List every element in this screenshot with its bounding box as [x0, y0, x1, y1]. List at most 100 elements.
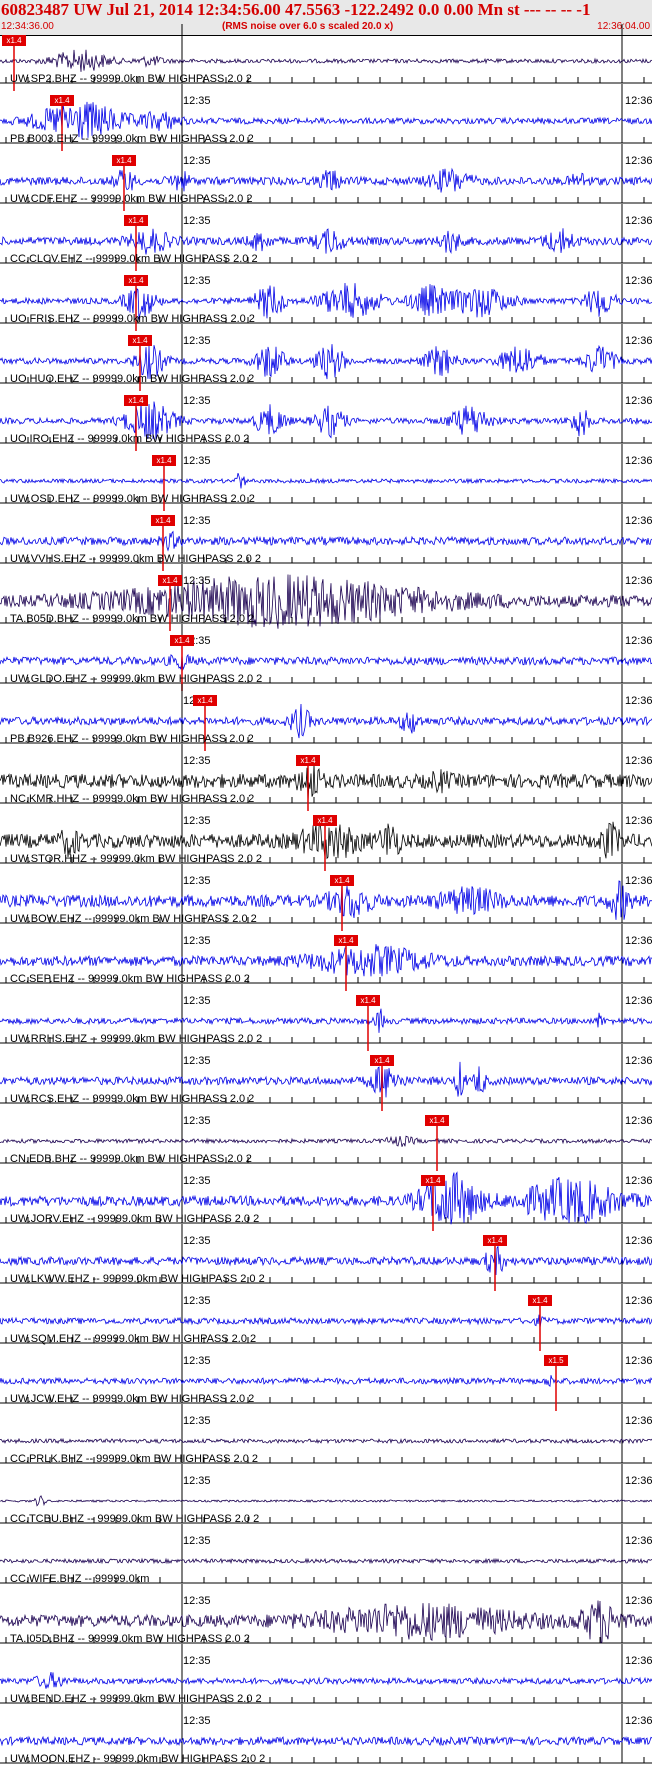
trace-row: 12:35 12:36 x1.4 UO.IRO.EHZ -- 99999.0km BW…: [0, 384, 652, 456]
trace-row: 12:35 12:36 x1.4 CN.EDB.BHZ -- 99999.0km BW…: [0, 1104, 652, 1176]
waveform: [0, 944, 652, 977]
tick-label: 12:35: [183, 935, 211, 947]
tick-label: 12:35: [183, 1415, 211, 1427]
tick-label: 12:36: [625, 155, 652, 167]
trace-plot: [0, 24, 652, 91]
trace-row: 12:35 12:36 x1.4 UW.SQM.EHZ -- 99999.0km BW…: [0, 1284, 652, 1356]
trace-row: 12:35 12:36 x1.4 UO.HUO.EHZ -- 99999.0km BW…: [0, 324, 652, 396]
trace-plot: [0, 564, 652, 631]
channel-label: CC.SEP.EHZ -- 99999.0km BW HIGHPASS 2.0 …: [10, 973, 250, 985]
pick-marker[interactable]: x1.4: [370, 1055, 394, 1066]
tick-label: 12:36: [625, 455, 652, 467]
tick-label: 12:36: [625, 1055, 652, 1067]
waveform: [0, 1008, 652, 1033]
channel-label: UW.GLDO.EHZ -- 99999.0km BW HIGHPASS 2.0…: [10, 673, 263, 685]
channel-label: UW.SQM.EHZ -- 99999.0km BW HIGHPASS 2.0 …: [10, 1333, 257, 1345]
trace-row: 12:35 12:36 x1.4 UW.VVHS.EHZ -- 99999.0km B…: [0, 504, 652, 576]
trace-row: x1.4 UW.SP2.BHZ -- 99999.0km BW HIGHPASS …: [0, 24, 652, 96]
tick-label: 12:35: [183, 1055, 211, 1067]
trace-plot: [0, 264, 652, 331]
channel-label: UW.SP2.BHZ -- 99999.0km BW HIGHPASS 2.0 …: [10, 73, 252, 85]
pick-marker[interactable]: x1.4: [313, 815, 337, 826]
tick-label: 12:35: [183, 395, 211, 407]
tick-label: 12:35: [183, 1475, 211, 1487]
trace-row: 12:35 12:36 x1.4 UW.BOW.EHZ -- 99999.0km BW…: [0, 864, 652, 936]
tick-label: 12:36: [625, 1595, 652, 1607]
pick-marker[interactable]: x1.4: [124, 215, 148, 226]
tick-label: 12:36: [625, 215, 652, 227]
tick-label: 12:36: [625, 515, 652, 527]
tick-label: 12:35: [183, 1175, 211, 1187]
trace-plot: [0, 1284, 652, 1351]
pick-marker[interactable]: x1.4: [50, 95, 74, 106]
tick-label: 12:36: [625, 1295, 652, 1307]
trace-row: 12:3512:36x1.4PB.B926.EHZ -- 99999.0km B…: [0, 684, 652, 756]
channel-label: TA.B05D.BHZ -- 99999.0km BW HIGHPASS 2.0…: [10, 613, 255, 625]
trace-plot: [0, 624, 652, 691]
pick-marker[interactable]: x1.4: [425, 1115, 449, 1126]
pick-marker[interactable]: x1.4: [158, 575, 182, 586]
pick-marker[interactable]: x1.4: [128, 335, 152, 346]
channel-label: CC.PRLK.BHZ -- 99999.0km BW HIGHPASS 2.0…: [10, 1453, 258, 1465]
pick-marker[interactable]: x1.4: [112, 155, 136, 166]
tick-label: 12:36: [625, 575, 652, 587]
pick-marker[interactable]: x1.4: [152, 455, 176, 466]
pick-marker[interactable]: x1.5: [544, 1355, 568, 1366]
waveform: [0, 1245, 652, 1276]
pick-marker[interactable]: x1.4: [170, 635, 194, 646]
trace-plot: [0, 1524, 652, 1584]
waveform: [0, 472, 652, 489]
channel-label: TA.I05D.BHZ -- 99999.0km BW HIGHPASS 2.0…: [10, 1633, 250, 1645]
end-time: 12:36:04.00: [597, 21, 650, 32]
trace-plot: [0, 204, 652, 271]
channel-label: UW.MOON.EHZ -- 99999.0km BW HIGHPASS 2.0…: [10, 1753, 266, 1765]
trace-plot: [0, 1164, 652, 1231]
pick-marker[interactable]: x1.4: [483, 1235, 507, 1246]
pick-marker[interactable]: x1.4: [193, 695, 217, 706]
tick-label: 12:35: [183, 1595, 211, 1607]
channel-label: UW.RRHS.EHZ -- 99999.0km BW HIGHPASS 2.0…: [10, 1033, 263, 1045]
tick-label: 12:36: [625, 95, 652, 107]
pick-marker[interactable]: x1.4: [296, 755, 320, 766]
pick-marker[interactable]: x1.4: [330, 875, 354, 886]
tick-label: 12:35: [183, 215, 211, 227]
trace-row: 12:35 12:36 x1.4 UW.STOR.HHZ -- 99999.0km B…: [0, 804, 652, 876]
trace-plot: [0, 1404, 652, 1464]
tick-label: 12:36: [625, 815, 652, 827]
waveform: [0, 1314, 652, 1328]
pick-marker[interactable]: x1.4: [334, 935, 358, 946]
pick-marker[interactable]: x1.4: [2, 35, 26, 46]
trace-panel: x1.4 UW.SP2.BHZ -- 99999.0km BW HIGHPASS …: [0, 24, 652, 1778]
trace-row: 12:35 12:36 x1.4 UW.GLDO.EHZ -- 99999.0km B…: [0, 624, 652, 696]
pick-marker[interactable]: x1.4: [421, 1175, 445, 1186]
tick-label: 12:35: [183, 1295, 211, 1307]
pick-marker[interactable]: x1.4: [124, 275, 148, 286]
channel-label: PB.B926.EHZ -- 99999.0km BW HIGHPASS 2.0…: [10, 733, 254, 745]
tick-label: 12:36: [625, 1655, 652, 1667]
channel-label: UO.HUO.EHZ -- 99999.0km BW HIGHPASS 2.0 …: [10, 373, 255, 385]
waveform: [0, 167, 652, 193]
waveform: [0, 1495, 652, 1507]
trace-row: 12:35 12:36 UW.MOON.EHZ -- 99999.0km BW HI…: [0, 1704, 652, 1776]
trace-plot: [0, 984, 652, 1051]
tick-label: 12:35: [183, 875, 211, 887]
tick-label: 12:36: [625, 695, 652, 707]
tick-label: 12:35: [183, 1715, 211, 1727]
pick-marker[interactable]: x1.4: [151, 515, 175, 526]
trace-row: 12:35 12:36 x1.4 PB.B003.EHZ -- 99999.0km B…: [0, 84, 652, 156]
channel-label: UW.VVHS.EHZ -- 99999.0km BW HIGHPASS 2.0…: [10, 553, 262, 565]
channel-label: NC.KMR.HHZ -- 99999.0km BW HIGHPASS 2.0 …: [10, 793, 255, 805]
waveform: [0, 653, 652, 671]
tick-label: 12:35: [183, 1655, 211, 1667]
pick-marker[interactable]: x1.4: [528, 1295, 552, 1306]
pick-marker[interactable]: x1.4: [124, 395, 148, 406]
tick-label: 12:36: [625, 755, 652, 767]
tick-label: 12:36: [625, 335, 652, 347]
trace-row: 12:35 12:36 x1.4 UO.FRIS.EHZ -- 99999.0km B…: [0, 264, 652, 336]
channel-label: CC.CLCV.EHZ -- 99999.0km BW HIGHPASS 2.0…: [10, 253, 258, 265]
trace-plot: [0, 1104, 652, 1171]
pick-marker[interactable]: x1.4: [356, 995, 380, 1006]
tick-label: 12:35: [183, 95, 211, 107]
tick-label: 12:35: [183, 755, 211, 767]
channel-label: CN.EDB.BHZ -- 99999.0km BW HIGHPASS 2.0 …: [10, 1153, 252, 1165]
